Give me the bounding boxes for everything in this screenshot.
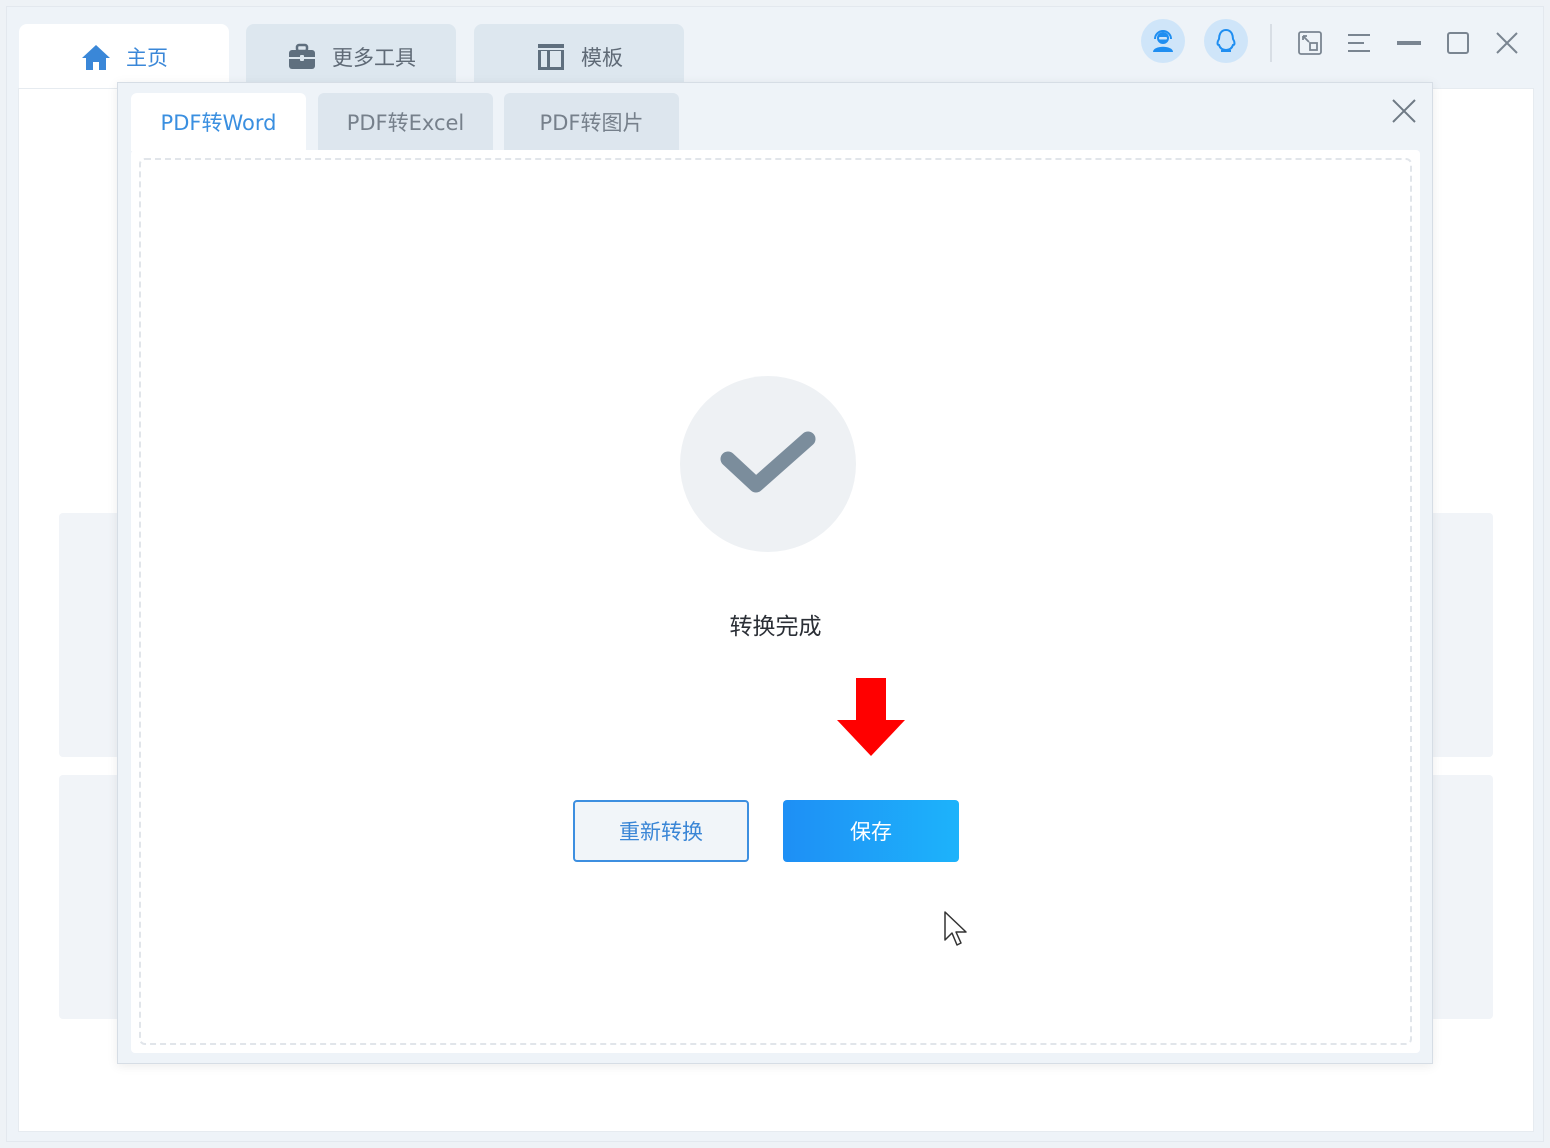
mini-mode-icon[interactable] [1292, 25, 1328, 61]
tab-home[interactable]: 主页 [19, 24, 229, 90]
success-badge [680, 376, 856, 552]
tab-more-tools[interactable]: 更多工具 [246, 24, 456, 90]
home-icon [82, 45, 110, 70]
checkmark-icon [720, 431, 816, 493]
tab-more-tools-label: 更多工具 [332, 46, 416, 70]
tab-templates[interactable]: 模板 [474, 24, 684, 90]
tab-pdf-to-word[interactable]: PDF转Word [131, 93, 306, 151]
tab-pdf-to-image[interactable]: PDF转图片 [504, 93, 679, 151]
dialog-body: 转换完成 重新转换 保存 [131, 150, 1420, 1053]
mouse-cursor-icon [944, 911, 967, 946]
conversion-dialog: PDF转Word PDF转Excel PDF转图片 转换完成 重新转换 保存 [117, 82, 1433, 1064]
tab-pdf-to-excel[interactable]: PDF转Excel [318, 93, 493, 151]
title-divider [1270, 24, 1272, 62]
template-icon [538, 44, 564, 70]
dialog-close-icon[interactable] [1386, 93, 1422, 129]
red-arrow-down-icon [837, 678, 905, 756]
toolbox-icon [289, 43, 315, 69]
tab-home-label: 主页 [126, 46, 168, 70]
reconvert-button[interactable]: 重新转换 [573, 800, 749, 862]
maximize-icon[interactable] [1440, 25, 1476, 61]
status-text: 转换完成 [729, 614, 822, 640]
close-window-icon[interactable] [1489, 25, 1525, 61]
menu-icon[interactable] [1341, 25, 1377, 61]
tab-templates-label: 模板 [581, 46, 623, 70]
save-button[interactable]: 保存 [783, 800, 959, 862]
minimize-icon[interactable] [1391, 25, 1427, 61]
qq-icon[interactable] [1204, 19, 1248, 63]
customer-service-icon[interactable] [1141, 19, 1185, 63]
drop-zone [139, 158, 1412, 1045]
